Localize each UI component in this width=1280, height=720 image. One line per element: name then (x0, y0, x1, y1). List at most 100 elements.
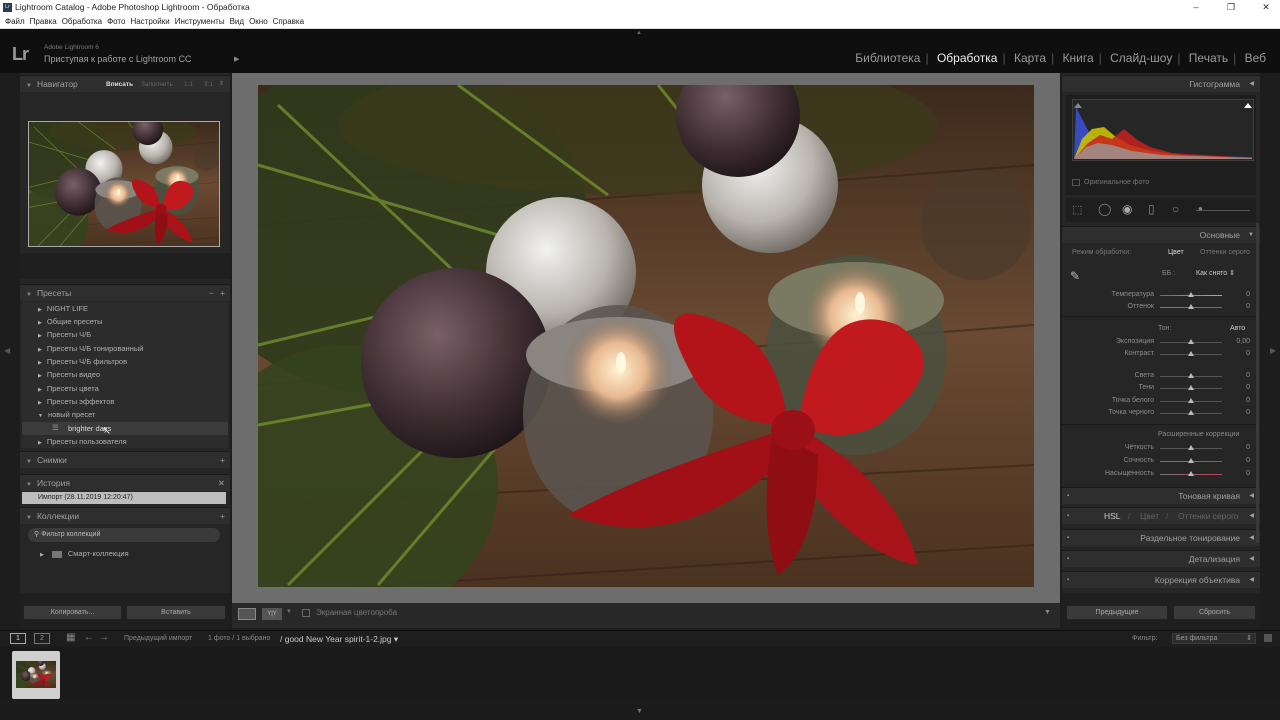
right-panel-toggle-icon[interactable]: ▶ (1270, 346, 1276, 355)
highlights-knob[interactable] (1188, 373, 1194, 378)
filmstrip-thumbnail-selected[interactable] (12, 651, 60, 699)
main-photo[interactable] (258, 85, 1034, 587)
play-arrow-icon[interactable]: ▶ (234, 55, 239, 63)
forward-arrow-icon[interactable]: → (99, 632, 109, 643)
auto-tone-button[interactable]: Авто (1230, 325, 1245, 332)
blacks-knob[interactable] (1188, 410, 1194, 415)
crop-icon[interactable]: ⬚ (1072, 203, 1082, 216)
add-snapshot-icon[interactable]: + (220, 452, 225, 469)
vibrance-value[interactable]: 0 (1230, 457, 1250, 464)
add-preset-icon[interactable]: + (220, 285, 225, 302)
toolbar-menu-icon[interactable]: ▼ (1044, 609, 1051, 616)
tint-knob[interactable] (1188, 304, 1194, 309)
zoom-menu-icon[interactable]: ⇕ (219, 76, 224, 93)
histogram-header[interactable]: Гистограмма ◀ (1062, 75, 1260, 92)
collapse-top-icon[interactable]: ▲ (636, 30, 642, 36)
split-toning-header[interactable]: ▪ Раздельное тонирование ◀ (1062, 529, 1260, 546)
switch-icon[interactable]: ▪ (1067, 530, 1069, 547)
filename-label[interactable]: / good New Year spirit-1-2.jpg ▾ (280, 634, 398, 645)
zoom-fit[interactable]: Вписать (106, 76, 133, 93)
add-collection-icon[interactable]: + (220, 508, 225, 525)
contrast-knob[interactable] (1188, 351, 1194, 356)
snapshots-header[interactable]: ▼ Снимки + (20, 451, 230, 468)
brush-icon[interactable]: ● (1198, 204, 1203, 213)
preset-folder-open[interactable]: ▼ новый пресет (38, 410, 95, 419)
zoom-1-1[interactable]: 1:1 (184, 76, 193, 93)
contrast-value[interactable]: 0 (1230, 350, 1250, 357)
before-after-button[interactable]: Y|Y (262, 608, 282, 620)
red-eye-icon[interactable]: ◉ (1122, 202, 1132, 216)
whites-value[interactable]: 0 (1230, 397, 1250, 404)
back-arrow-icon[interactable]: ← (84, 632, 94, 643)
hsl-tab[interactable]: HSL (1104, 508, 1121, 525)
temperature-knob[interactable] (1188, 292, 1194, 297)
clear-history-icon[interactable]: ✕ (218, 475, 225, 492)
preset-folder[interactable]: ▶ Общие пресеты (38, 317, 103, 326)
histogram-graph[interactable] (1072, 99, 1254, 161)
blacks-value[interactable]: 0 (1230, 409, 1250, 416)
brush-slider[interactable] (1196, 210, 1250, 211)
detail-header[interactable]: ▪ Детализация ◀ (1062, 550, 1260, 567)
exposure-knob[interactable] (1188, 339, 1194, 344)
saturation-value[interactable]: 0 (1230, 470, 1250, 477)
preset-item-selected[interactable]: ☰ brighter days (22, 422, 228, 435)
menu-settings[interactable]: Настройки (130, 15, 169, 29)
getting-started-link[interactable]: Приступая к работе с Lightroom CC (44, 54, 191, 64)
original-photo-checkbox[interactable] (1072, 179, 1080, 186)
paste-settings-button[interactable]: Вставить (126, 605, 226, 620)
collapse-bottom-icon[interactable]: ▼ (636, 708, 643, 715)
loupe-view-button[interactable] (238, 608, 256, 620)
source-label[interactable]: Предыдущий импорт (124, 635, 192, 642)
spot-removal-icon[interactable]: ◯ (1098, 202, 1111, 216)
preset-folder[interactable]: ▶ Пресеты Ч/Б (38, 330, 91, 339)
temperature-value[interactable]: 0 (1230, 291, 1250, 298)
tone-curve-header[interactable]: ▪ Тоновая кривая ◀ (1062, 487, 1260, 504)
module-book[interactable]: Книга (1063, 51, 1094, 65)
lens-corrections-header[interactable]: ▪ Коррекция объектива ◀ (1062, 571, 1260, 588)
menu-file[interactable]: Файл (5, 15, 25, 29)
switch-icon[interactable]: ▪ (1067, 508, 1069, 525)
menu-develop[interactable]: Обработка (62, 15, 102, 29)
menu-edit[interactable]: Правка (30, 15, 57, 29)
collections-header[interactable]: ▼ Коллекции + (20, 507, 230, 524)
close-button[interactable]: ✕ (1252, 0, 1280, 15)
maximize-button[interactable]: ❐ (1217, 0, 1245, 15)
main-window-button[interactable]: 1 (10, 633, 26, 644)
treatment-bw[interactable]: Оттенки серого (1200, 249, 1250, 256)
preset-folder[interactable]: ▶ Пресеты пользователя (38, 437, 127, 446)
module-library[interactable]: Библиотека (855, 51, 920, 65)
switch-icon[interactable]: ▪ (1067, 551, 1069, 568)
highlights-value[interactable]: 0 (1230, 372, 1250, 379)
copy-settings-button[interactable]: Копировать... (23, 605, 122, 620)
menu-photo[interactable]: Фото (107, 15, 125, 29)
tint-value[interactable]: 0 (1230, 303, 1250, 310)
preset-folder[interactable]: ▶ Пресеты Ч/Б тонированный (38, 344, 143, 353)
preset-folder[interactable]: ▶ Пресеты видео (38, 370, 100, 379)
chevron-down-icon[interactable]: ▼ (286, 609, 292, 615)
softproof-checkbox[interactable] (302, 609, 310, 617)
switch-icon[interactable]: ▪ (1067, 572, 1069, 589)
preset-folder[interactable]: ▶ Пресеты Ч/Б фильтров (38, 357, 127, 366)
radial-filter-icon[interactable]: ○ (1172, 202, 1179, 216)
color-tab[interactable]: Цвет (1140, 508, 1159, 525)
remove-preset-icon[interactable]: − (209, 285, 214, 302)
grid-view-icon[interactable]: ▦ (66, 632, 75, 643)
module-map[interactable]: Карта (1014, 51, 1046, 65)
clarity-value[interactable]: 0 (1230, 444, 1250, 451)
white-balance-select[interactable]: Как снято ⇕ (1196, 269, 1235, 277)
vibrance-knob[interactable] (1188, 458, 1194, 463)
menu-tools[interactable]: Инструменты (175, 15, 225, 29)
zoom-fill[interactable]: Заполнить (141, 76, 173, 93)
history-step-selected[interactable]: Импорт (28.11.2019 12:20:47) (22, 492, 226, 504)
history-header[interactable]: ▼ История ✕ (20, 474, 230, 491)
menu-help[interactable]: Справка (273, 15, 304, 29)
module-web[interactable]: Веб (1245, 51, 1266, 65)
switch-icon[interactable]: ▪ (1067, 488, 1069, 505)
minimize-button[interactable]: – (1182, 0, 1210, 15)
preset-folder[interactable]: ▶ Пресеты цвета (38, 384, 99, 393)
graduated-filter-icon[interactable]: ▯ (1148, 202, 1155, 216)
module-slideshow[interactable]: Слайд-шоу (1110, 51, 1172, 65)
presets-header[interactable]: ▼ Пресеты − + (20, 284, 230, 301)
basic-header[interactable]: Основные ▼ (1062, 226, 1260, 243)
smart-collection-item[interactable]: ▶ Смарт-коллекция (40, 549, 129, 558)
